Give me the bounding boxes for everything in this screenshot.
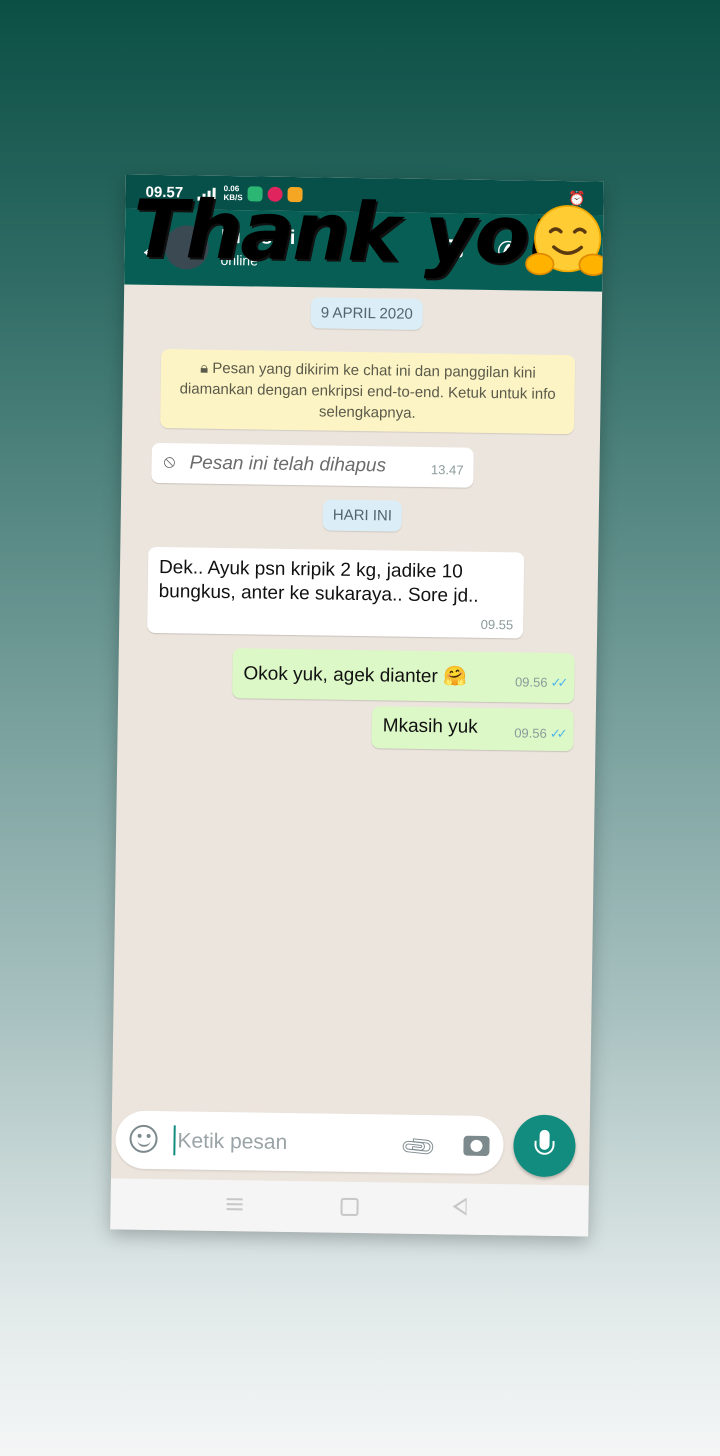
deleted-message-text: Pesan ini telah dihapus <box>189 452 387 477</box>
read-ticks-icon: ✓✓ <box>550 674 565 691</box>
message-meta: 09.56 ✓✓ <box>514 674 565 691</box>
message-input-placeholder[interactable]: Ketik pesan <box>177 1129 287 1155</box>
date-chip: HARI INI <box>322 499 403 532</box>
camera-icon[interactable] <box>463 1135 490 1157</box>
system-nav-bar <box>110 1178 589 1237</box>
attachment-icon[interactable]: 📎︎ <box>398 1127 440 1169</box>
text-caret <box>173 1125 176 1156</box>
phone-screenshot: 09.57 0.06 KB/S ⏰ ← Ki…smi online ✆ Thank… <box>110 174 604 1237</box>
message-time: 13.47 <box>430 462 464 478</box>
nav-back-icon[interactable] <box>452 1197 467 1216</box>
incoming-message-bubble[interactable]: Dek.. Ayuk psn kripik 2 kg, jadike 10 bu… <box>147 546 525 639</box>
recents-menu-icon[interactable] <box>226 1198 243 1211</box>
outgoing-message-bubble[interactable]: Okok yuk, agek dianter 🤗 09.56 ✓✓ <box>232 648 575 704</box>
deleted-message-bubble[interactable]: ⦸ Pesan ini telah dihapus 13.47 <box>151 442 474 488</box>
message-input-field[interactable]: Ketik pesan 📎︎ <box>115 1110 504 1175</box>
message-meta: 09.56 ✓✓ <box>514 725 564 742</box>
emoji-icon[interactable] <box>129 1124 158 1154</box>
date-chip: 9 APRIL 2020 <box>310 297 424 330</box>
thank-you-sticker-text: Thank you <box>132 182 584 283</box>
microphone-button[interactable] <box>513 1114 576 1178</box>
composer-bar: Ketik pesan 📎︎ <box>111 1104 590 1185</box>
message-time: 09.55 <box>480 616 514 633</box>
chat-area[interactable]: 9 APRIL 2020 🔒︎ Pesan yang dikirim ke ch… <box>112 285 602 1112</box>
read-ticks-icon: ✓✓ <box>549 725 564 742</box>
message-text: Mkasih yuk <box>382 715 478 738</box>
blocked-icon: ⦸ <box>163 451 176 472</box>
hugging-face-icon <box>525 205 604 276</box>
lock-icon: 🔒︎ <box>200 359 213 377</box>
message-text: Dek.. Ayuk psn kripik 2 kg, jadike 10 bu… <box>158 557 479 607</box>
outgoing-message-bubble[interactable]: Mkasih yuk 09.56 ✓✓ <box>371 706 574 752</box>
message-text: Okok yuk, agek dianter 🤗 <box>243 663 467 688</box>
encryption-notice[interactable]: 🔒︎ Pesan yang dikirim ke chat ini dan pa… <box>160 349 576 435</box>
home-icon[interactable] <box>340 1197 359 1217</box>
